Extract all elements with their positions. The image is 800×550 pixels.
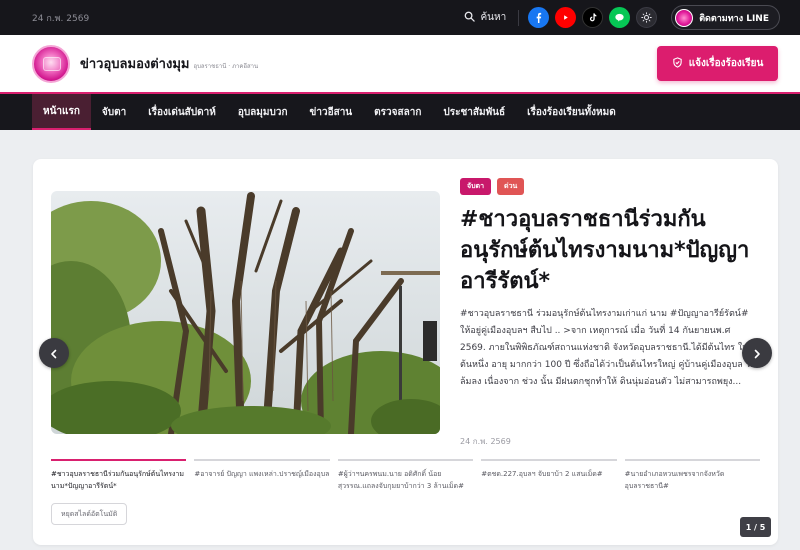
- pause-autoplay-button[interactable]: หยุดสไลด์อัตโนมัติ: [51, 503, 128, 525]
- featured-image[interactable]: [51, 191, 440, 434]
- shield-icon: [672, 56, 683, 71]
- report-button-label: แจ้งเรื่องร้องเรียน: [688, 58, 764, 69]
- tag-watch[interactable]: จับตา: [460, 178, 492, 195]
- slide-thumb-5[interactable]: #นายอำเภอหวนเพชรจากจังหวัดอุบลราชธานี#: [624, 459, 761, 499]
- site-subtitle: อุบลราชธานี · ภาคอีสาน: [193, 62, 259, 70]
- chevron-right-icon: [752, 344, 762, 363]
- slide-thumb-1[interactable]: #ชาวอุบลราชธานีร่วมกันอนุรักษ์ต้นไทรงามน…: [51, 459, 187, 499]
- site-header: ข่าวอุบลมองต่างมุม อุบลราชธานี · ภาคอีสา…: [0, 35, 800, 92]
- featured-excerpt: #ชาวอุบลราชธานี ร่วมอนุรักษ์ต้นไทรงามเก่…: [460, 309, 756, 387]
- nav-item-weekly-highlights[interactable]: เรื่องเด่นสัปดาห์: [137, 94, 227, 130]
- nav-item-public-relations[interactable]: ประชาสัมพันธ์: [432, 94, 516, 130]
- nav-item-home[interactable]: หน้าแรก: [32, 94, 91, 130]
- facebook-link[interactable]: [528, 7, 550, 28]
- tiktok-link[interactable]: [582, 7, 604, 28]
- category-tags: จับตา ด่วน: [460, 178, 525, 195]
- nav-item-all-complaints[interactable]: เรื่องร้องเรียนทั้งหมด: [516, 94, 627, 130]
- site-name[interactable]: ข่าวอุบลมองต่างมุม: [80, 53, 189, 74]
- main-navigation: หน้าแรก จับตา เรื่องเด่นสัปดาห์ อุบลมุมบ…: [0, 92, 800, 130]
- search-button[interactable]: ค้นหา: [464, 10, 518, 25]
- sun-icon: [641, 8, 652, 27]
- top-utility-bar: 24 ก.พ. 2569 ค้นหา ติดตามทาง LINE: [0, 0, 800, 35]
- current-date: 24 ก.พ. 2569: [32, 13, 90, 24]
- report-complaint-button[interactable]: แจ้งเรื่องร้องเรียน: [657, 46, 778, 81]
- chevron-left-icon: [49, 344, 59, 363]
- youtube-link[interactable]: [555, 7, 577, 28]
- slide-thumb-3[interactable]: #ผู้ว่าฯนครพนม.นาย อดิศักดิ์ น้อยสุวรรณ.…: [337, 459, 474, 499]
- nav-item-isan-news[interactable]: ข่าวอีสาน: [299, 94, 364, 130]
- youtube-icon: [560, 8, 571, 27]
- theme-toggle[interactable]: [636, 7, 658, 28]
- line-follow-button[interactable]: ติดตามทาง LINE: [671, 5, 780, 30]
- featured-headline[interactable]: #ชาวอุบลราชธานีร่วมกันอนุรักษ์ต้นไทรงามน…: [460, 204, 760, 297]
- nav-item-lottery-check[interactable]: ตรวจสลาก: [363, 94, 432, 130]
- line-link[interactable]: [609, 7, 631, 28]
- nav-item-watch[interactable]: จับตา: [91, 94, 137, 130]
- topbar-actions: ค้นหา ติดตามทาง LINE: [464, 5, 780, 30]
- divider: [518, 9, 520, 26]
- slider-thumbnails: #ชาวอุบลราชธานีร่วมกันอนุรักษ์ต้นไทรงามน…: [51, 459, 761, 499]
- slide-thumb-2[interactable]: #อาจารย์ ปัญญา แพงเหล่า.ปราชญ์เมืองอุบล: [194, 459, 330, 499]
- facebook-icon: [533, 8, 544, 27]
- line-follow-label: ติดตามทาง LINE: [699, 13, 769, 24]
- slide-thumb-4[interactable]: #ตชด.227.อุบลฯ จับยาบ้า 2 แสนเม็ด#: [481, 459, 617, 499]
- search-label: ค้นหา: [480, 12, 507, 23]
- search-icon: [464, 11, 476, 25]
- slider-prev-button[interactable]: [39, 338, 69, 368]
- tag-urgent[interactable]: ด่วน: [497, 178, 525, 195]
- featured-date: 24 ก.พ. 2569: [460, 437, 511, 446]
- slider-next-button[interactable]: [742, 338, 772, 368]
- site-logo[interactable]: [32, 44, 70, 83]
- line-icon: [614, 8, 625, 27]
- featured-slider: จับตา ด่วน #ชาวอุบลราชธานีร่วมกันอนุรักษ…: [33, 159, 778, 545]
- site-logo-icon: [675, 8, 694, 27]
- slide-counter: 1 / 5: [740, 517, 771, 537]
- tiktok-icon: [587, 8, 598, 27]
- nav-item-ubon-positive[interactable]: อุบลมุมบวก: [227, 94, 299, 130]
